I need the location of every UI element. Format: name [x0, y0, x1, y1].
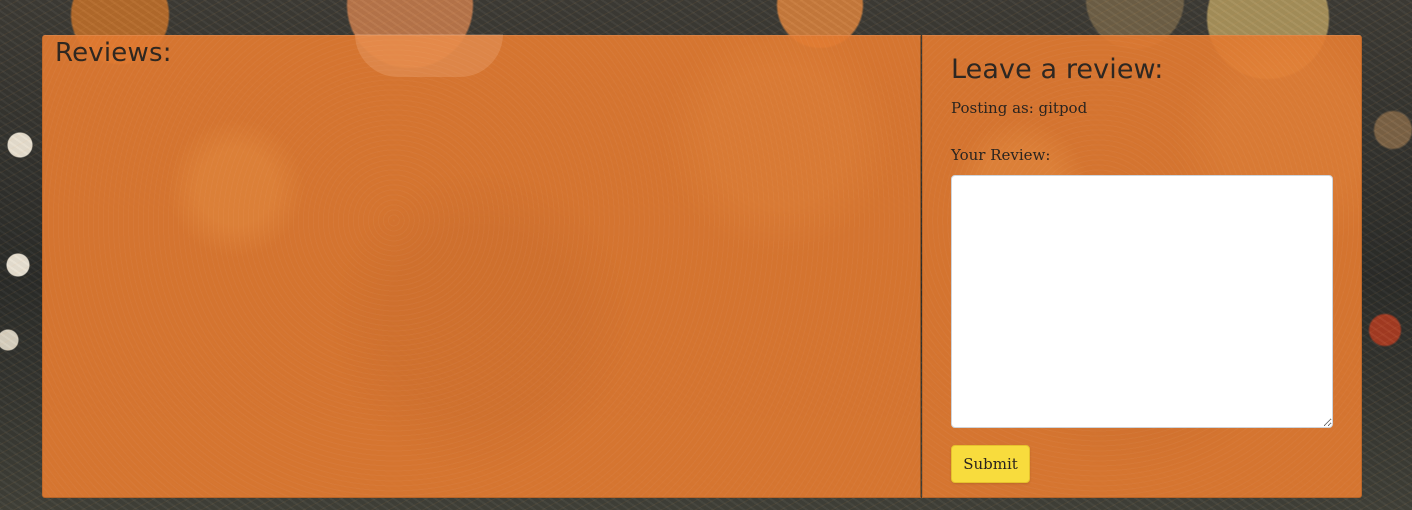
orange-spice-overlay — [43, 36, 920, 497]
background-spoon-shadow — [355, 34, 503, 77]
posting-as-text: Posting as: gitpod — [951, 99, 1088, 117]
review-textarea[interactable] — [951, 175, 1333, 428]
your-review-label: Your Review: — [951, 146, 1051, 164]
leave-review-title: Leave a review: — [951, 54, 1164, 85]
reviews-panel: Reviews: — [42, 34, 921, 498]
review-form-panel: Leave a review: Posting as: gitpod Your … — [922, 35, 1362, 498]
submit-button[interactable]: Submit — [951, 445, 1030, 483]
reviews-title: Reviews: — [55, 38, 172, 68]
